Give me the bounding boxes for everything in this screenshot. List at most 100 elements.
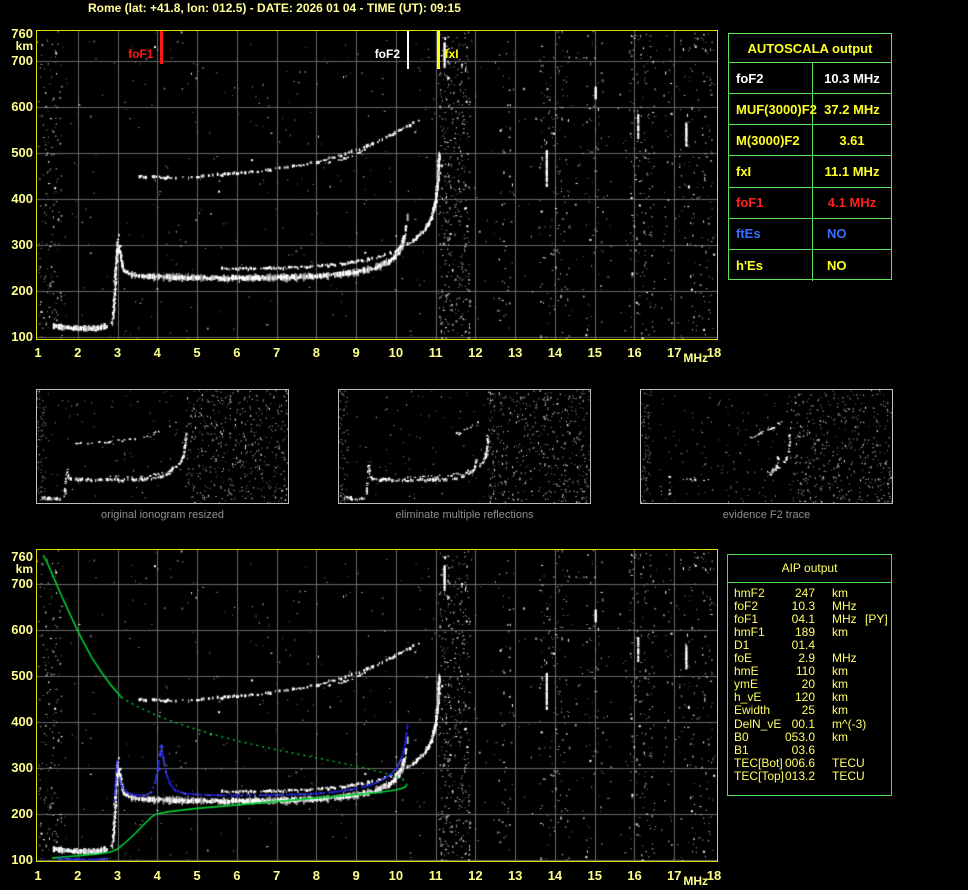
autoscala-row-label: foF1 — [729, 187, 813, 218]
x-tick-label: 5 — [193, 868, 201, 883]
aip-row-value: 013.2 — [784, 768, 815, 783]
y-tick-label: 500 — [11, 668, 33, 684]
aip-row: DelN_vE 00.1 m^(-3) — [728, 716, 891, 731]
x-tick-label: 3 — [113, 868, 122, 883]
window-title: Rome (lat: +41.8, lon: 012.5) - DATE: 20… — [88, 1, 461, 15]
ionogram-canvas-top — [37, 31, 717, 339]
aip-row-unit: MHz — [832, 599, 857, 614]
aip-row: foF1 04.1 MHz [PY] — [728, 613, 891, 626]
aip-row-label: B0 — [734, 729, 749, 744]
y-tick-label: 200 — [11, 806, 33, 822]
thumbnail-caption-f2: evidence F2 trace — [722, 509, 811, 521]
thumbnail-original-ionogram — [36, 389, 289, 504]
aip-row-value: 00.1 — [791, 716, 815, 731]
aip-row-unit: km — [832, 586, 848, 600]
marker-label-fxi: fxI — [444, 47, 459, 61]
y-tick-label: 760 — [11, 25, 33, 41]
y-tick-label: 100 — [11, 852, 33, 868]
x-tick-label: 15 — [587, 868, 602, 883]
aip-row-label: hmF1 — [734, 625, 765, 640]
aip-row-unit: TECU — [832, 768, 865, 783]
aip-row: B1 03.6 — [728, 743, 891, 757]
ionogram-canvas-bottom — [37, 550, 717, 861]
y-tick-label: 700 — [11, 576, 33, 592]
ionogram-plot-bottom — [36, 549, 718, 862]
x-tick-label: 9 — [352, 345, 360, 360]
x-tick-label: 11 — [428, 868, 443, 883]
aip-row-label: foF2 — [734, 599, 759, 614]
y-tick-label: 700 — [11, 53, 33, 69]
thumbnail-f2-trace — [640, 389, 893, 504]
autoscala-row-value: 10.3 MHz — [824, 70, 880, 86]
x-axis-unit-label: MHz — [683, 351, 708, 365]
y-axis-unit-label: km — [15, 562, 33, 576]
aip-table-header: AIP output — [781, 561, 838, 575]
y-tick-label: 200 — [11, 283, 33, 299]
autoscala-row: foF2 10.3 MHz — [729, 63, 891, 95]
x-tick-label: 11 — [428, 345, 443, 360]
aip-output-table: AIP output hmF2 247 km foF2 10.3 MHz foF1 04.1 M… — [727, 554, 892, 796]
autoscala-row-label: M(3000)F2 — [729, 125, 813, 156]
autoscala-row: MUF(3000)F2 37.2 MHz — [729, 94, 891, 126]
aip-row-unit: km — [832, 703, 848, 718]
aip-row: h_vE 120 km — [728, 691, 891, 704]
x-tick-label: 7 — [272, 345, 281, 360]
aip-row-unit: MHz — [832, 612, 857, 627]
x-tick-label: 1 — [34, 345, 42, 360]
aip-row-value: 01.4 — [791, 638, 815, 653]
x-tick-label: 5 — [193, 345, 201, 360]
y-tick-label: 600 — [11, 622, 33, 638]
autoscala-row-label: foF2 — [729, 63, 813, 94]
aip-row-label: hmF2 — [734, 586, 765, 600]
x-tick-label: 4 — [153, 868, 161, 883]
aip-row-label: foF1 — [734, 612, 759, 627]
autoscala-row-value: 11.1 MHz — [824, 163, 880, 179]
x-tick-label: 3 — [113, 345, 122, 360]
thumbnail-caption-original: original ionogram resized — [101, 509, 224, 521]
autoscala-table-header: AUTOSCALA output — [729, 34, 891, 63]
x-tick-label: 4 — [153, 345, 161, 360]
x-axis-unit-label: MHz — [683, 874, 708, 888]
x-tick-label: 8 — [312, 345, 320, 360]
x-tick-label: 2 — [74, 868, 82, 883]
aip-row-unit: km — [832, 677, 848, 692]
y-axis-unit-label: km — [15, 39, 33, 53]
aip-row: TEC[Bot] 006.6 TECU — [728, 755, 891, 770]
marker-bar-fxi — [437, 31, 441, 69]
aip-row: hmF1 189 km — [728, 626, 891, 639]
autoscala-row-value: NO — [827, 226, 847, 242]
aip-row-label: hmE — [734, 664, 759, 679]
thumbnail-caption-reflections: eliminate multiple reflections — [395, 509, 534, 521]
autoscala-row-value: 37.2 MHz — [824, 101, 880, 117]
autoscala-row-value: 3.61 — [839, 132, 865, 148]
autoscala-window: Rome (lat: +41.8, lon: 012.5) - DATE: 20… — [0, 0, 968, 890]
marker-label-fof2: foF2 — [374, 47, 401, 61]
x-tick-label: 13 — [507, 345, 523, 360]
x-tick-label: 12 — [468, 868, 483, 883]
y-tick-label: 400 — [11, 714, 33, 730]
aip-row: hmF2 247 km — [728, 587, 891, 600]
thumbnail-canvas-f2 — [641, 390, 892, 503]
x-tick-label: 10 — [388, 345, 404, 360]
autoscala-row-label: fxI — [729, 156, 813, 187]
x-tick-label: 6 — [233, 345, 241, 360]
aip-row-extra: [PY] — [865, 612, 888, 627]
aip-row-unit: km — [832, 664, 848, 679]
thumbnail-canvas-reflections — [339, 390, 590, 503]
aip-row-value: 247 — [794, 586, 815, 600]
y-tick-label: 760 — [11, 548, 33, 564]
x-tick-label: 12 — [468, 345, 483, 360]
marker-label-fof1: foF1 — [128, 47, 154, 61]
thumbnail-multiple-reflections — [338, 389, 591, 504]
aip-row-value: 110 — [795, 664, 815, 679]
aip-row: Ewidth 25 km — [728, 704, 891, 717]
autoscala-row-label: MUF(3000)F2 — [729, 94, 817, 125]
x-tick-label: 16 — [627, 868, 642, 883]
x-tick-label: 10 — [388, 868, 404, 883]
x-tick-label: 9 — [352, 868, 360, 883]
aip-row: foF2 10.3 MHz — [728, 600, 891, 613]
autoscala-output-table: AUTOSCALA output foF2 10.3 MHz MUF(3000)F2… — [728, 33, 892, 281]
autoscala-row: ftEs NO — [729, 218, 891, 250]
aip-row-unit: TECU — [832, 755, 865, 770]
aip-row: hmE 110 km — [728, 665, 891, 678]
